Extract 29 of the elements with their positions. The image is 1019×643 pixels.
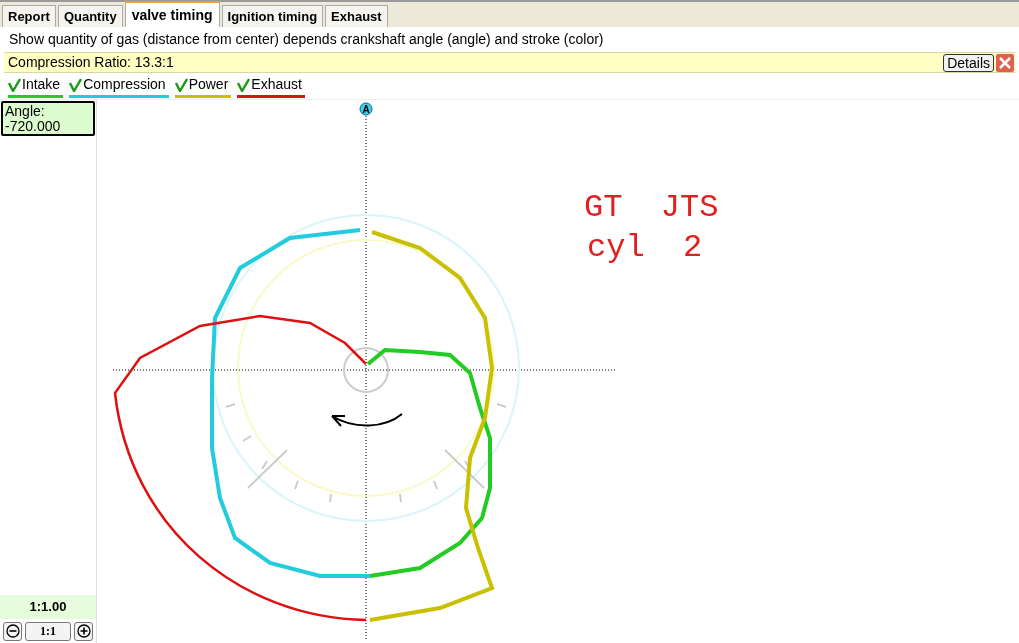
annotation-text: GT JTS bbox=[584, 189, 719, 226]
stroke-checkbox[interactable]: Exhaust bbox=[237, 74, 305, 98]
angle-label: Angle: bbox=[5, 103, 46, 119]
tab[interactable]: valve timing bbox=[124, 1, 220, 27]
annotation-text: cyl 2 bbox=[587, 229, 703, 266]
check-icon bbox=[237, 77, 251, 92]
center-circle bbox=[343, 347, 389, 393]
check-icon bbox=[69, 77, 83, 92]
minus-icon bbox=[5, 624, 20, 638]
info-text: Compression Ratio: 13.3:1 bbox=[8, 53, 175, 72]
zoom-in-button[interactable] bbox=[74, 621, 93, 641]
plus-icon bbox=[76, 624, 91, 638]
axis-marker: A bbox=[359, 102, 373, 116]
tab[interactable]: Ignition timing bbox=[221, 5, 324, 27]
tab[interactable]: Exhaust bbox=[325, 5, 388, 27]
stroke-checkbox[interactable]: Power bbox=[174, 74, 232, 98]
tab[interactable]: Report bbox=[2, 5, 56, 27]
zoom-reset-button[interactable]: 1:1 bbox=[25, 621, 71, 641]
check-icon bbox=[174, 77, 188, 92]
zoom-out-button[interactable] bbox=[3, 621, 22, 641]
details-button[interactable]: Details bbox=[943, 53, 994, 72]
rotation-arrow bbox=[331, 413, 403, 427]
check-icon bbox=[8, 77, 21, 92]
zoom-ratio: 1:1.00 bbox=[0, 595, 96, 619]
stroke-checkbox[interactable]: Intake bbox=[8, 74, 64, 98]
stroke-checkbox[interactable]: Compression bbox=[69, 74, 169, 98]
close-icon[interactable] bbox=[996, 53, 1014, 72]
angle-value: -720.000 bbox=[5, 118, 62, 134]
tab[interactable]: Quantity bbox=[57, 5, 123, 27]
